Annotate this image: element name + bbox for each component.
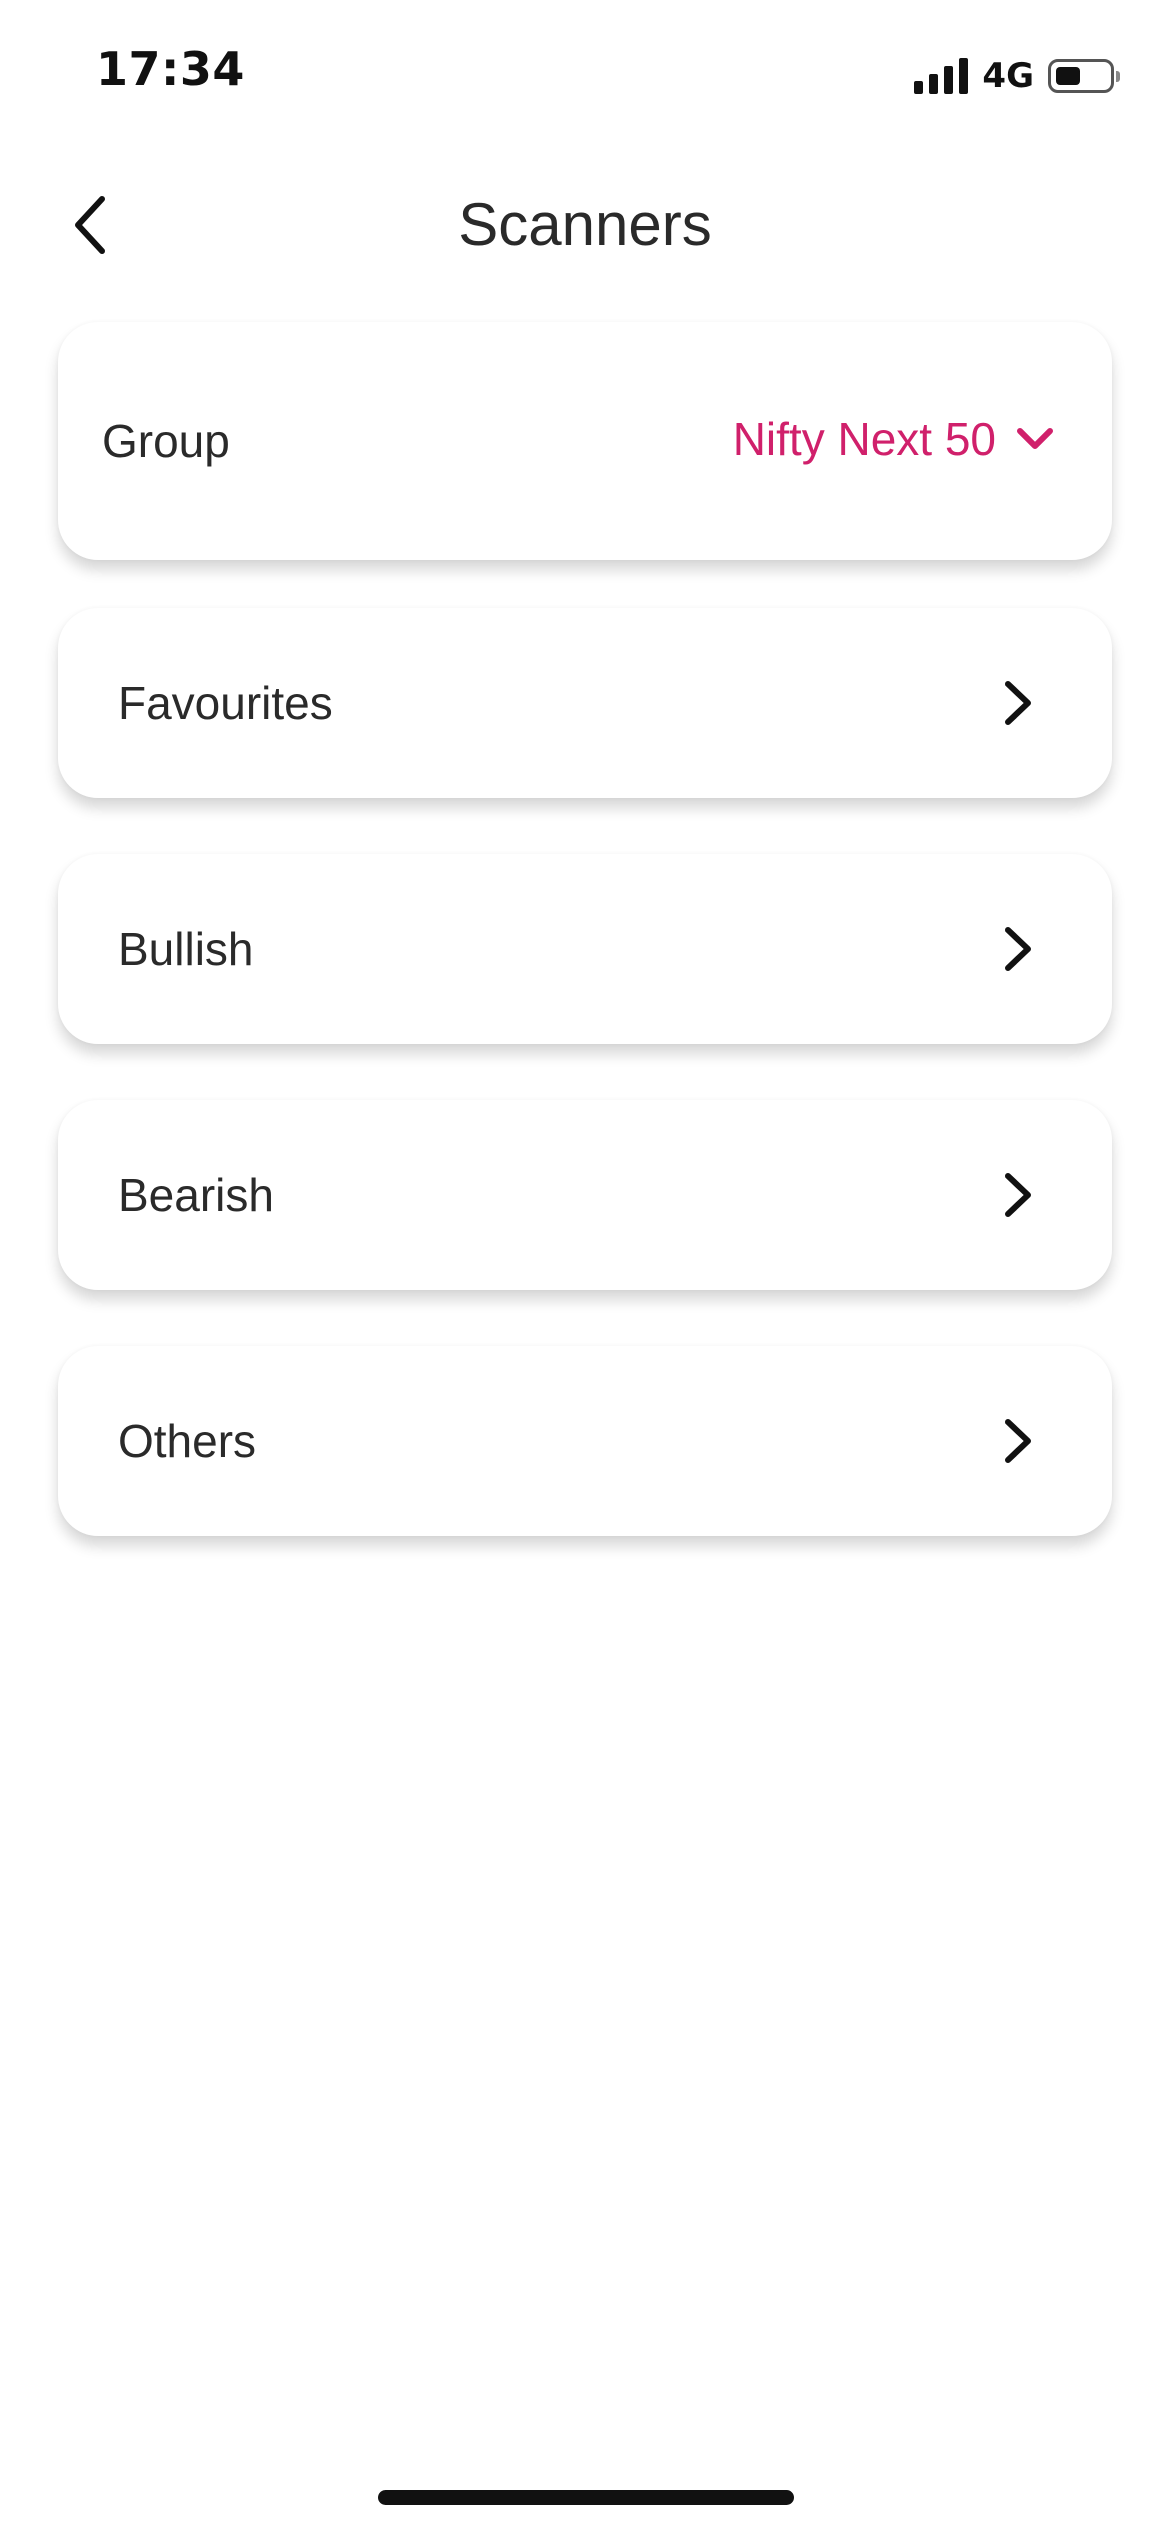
header: Scanners: [0, 160, 1170, 290]
group-selected-value: Nifty Next 50: [732, 413, 996, 465]
menu-item-bearish[interactable]: Bearish: [58, 1100, 1112, 1290]
menu-item-label: Bearish: [118, 1169, 274, 1221]
chevron-right-icon: [1005, 681, 1031, 725]
battery-icon: [1048, 59, 1120, 93]
battery-fill: [1056, 67, 1080, 85]
status-bar: 17:34 4G: [0, 0, 1170, 150]
network-type-label: 4G: [982, 56, 1034, 96]
menu-item-label: Favourites: [118, 677, 333, 729]
chevron-down-icon: [1017, 428, 1053, 449]
page-title: Scanners: [458, 191, 712, 258]
group-dropdown[interactable]: Nifty Next 50: [733, 412, 1054, 466]
chevron-right-icon: [1005, 927, 1031, 971]
menu-item-label: Others: [118, 1415, 257, 1467]
group-selector-card[interactable]: Group Nifty Next 50: [58, 322, 1112, 560]
chevron-right-icon: [1005, 1419, 1031, 1463]
menu-item-favourites[interactable]: Favourites: [58, 608, 1112, 798]
group-label: Group: [102, 415, 230, 467]
menu-item-bullish[interactable]: Bullish: [58, 854, 1112, 1044]
status-time: 17:34: [96, 42, 245, 96]
cellular-signal-icon: [914, 58, 969, 94]
menu-item-label: Bullish: [118, 923, 254, 975]
chevron-right-icon: [1005, 1173, 1031, 1217]
home-indicator[interactable]: [378, 2490, 794, 2505]
status-indicators: 4G: [914, 54, 1120, 98]
menu-item-others[interactable]: Others: [58, 1346, 1112, 1536]
